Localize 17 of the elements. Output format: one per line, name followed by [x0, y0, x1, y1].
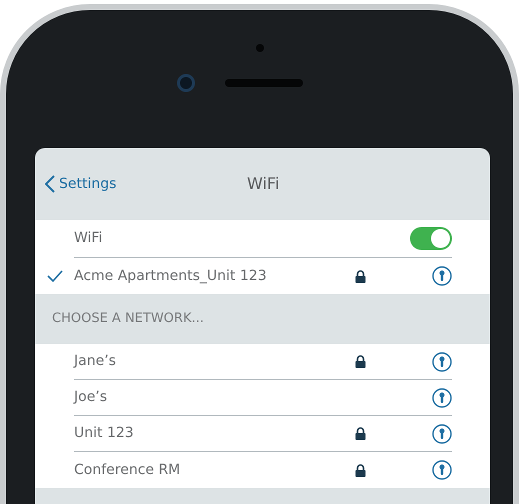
- info-button[interactable]: [432, 460, 452, 480]
- wifi-label: WiFi: [74, 229, 104, 248]
- screen-title: WiFi: [247, 173, 280, 195]
- network-name[interactable]: Unit 123: [74, 423, 350, 444]
- network-name[interactable]: Acme Apartments_Unit 123: [74, 266, 350, 286]
- info-button[interactable]: [432, 424, 452, 444]
- section-header: CHOOSE A NETWORK...: [52, 310, 204, 328]
- info-button[interactable]: [432, 266, 452, 286]
- info-button[interactable]: [432, 388, 452, 408]
- network-name[interactable]: Conference RM: [74, 460, 350, 480]
- back-button[interactable]: Settings: [45, 174, 116, 194]
- camera-lens: [176, 74, 194, 92]
- info-button[interactable]: [432, 352, 452, 372]
- wifi-toggle[interactable]: [410, 227, 452, 250]
- network-name[interactable]: Joe’s: [74, 387, 350, 408]
- chevron-left-icon: [45, 175, 55, 193]
- network-name[interactable]: Jane’s: [74, 351, 350, 372]
